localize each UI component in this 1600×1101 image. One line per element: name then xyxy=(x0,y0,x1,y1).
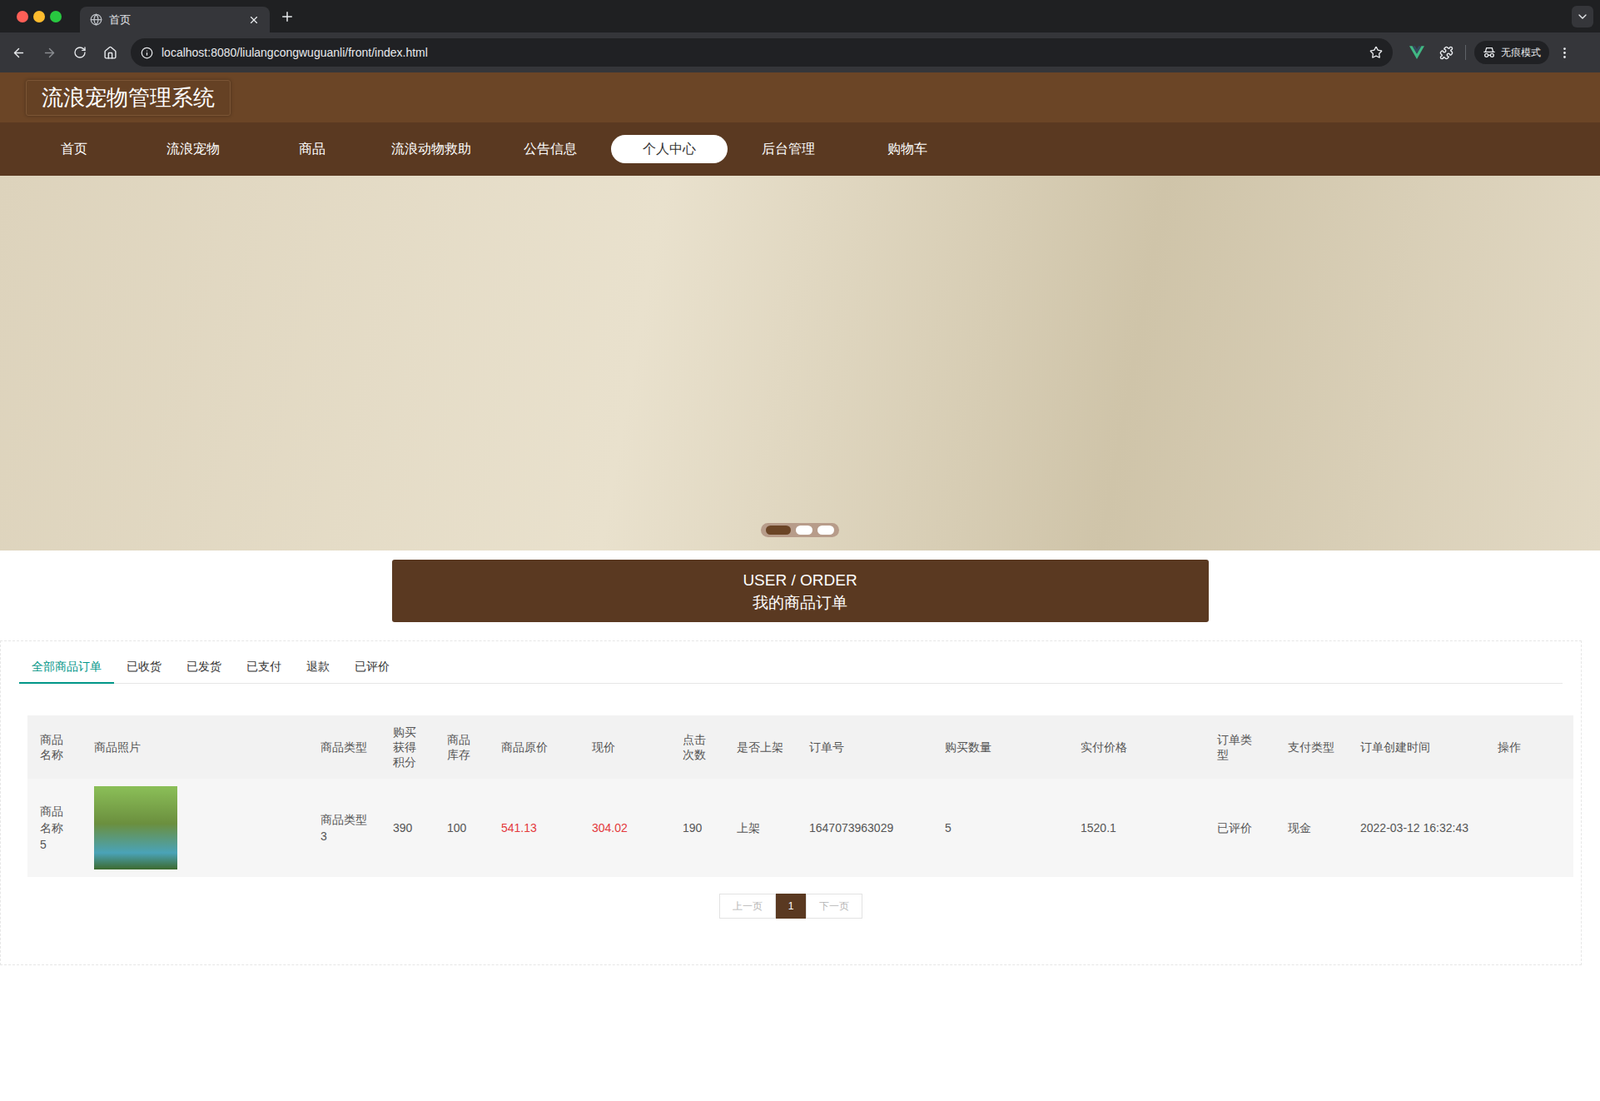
reload-icon[interactable] xyxy=(73,45,87,60)
table-cell: 5 xyxy=(932,778,1069,877)
order-tab[interactable]: 已支付 xyxy=(233,650,294,683)
table-cell: 190 xyxy=(670,778,725,877)
prev-page-button[interactable]: 上一页 xyxy=(719,893,776,919)
screen: 首页 localhost:8080/liulangcongwuguanli/fro… xyxy=(0,0,1600,1101)
table-header-cell: 实付价格 xyxy=(1068,715,1205,779)
globe-icon xyxy=(89,13,103,26)
browser-tab[interactable]: 首页 xyxy=(79,6,270,33)
window-controls xyxy=(0,10,62,23)
table-header-row: 商品名称商品照片商品类型购买获得积分商品库存商品原价现价点击次数是否上架订单号购… xyxy=(27,715,1574,779)
carousel-dot[interactable] xyxy=(817,525,835,535)
nav-item[interactable]: 购物车 xyxy=(849,134,966,164)
nav-item[interactable]: 首页 xyxy=(15,134,133,164)
table-cell: 2022-03-12 16:32:43 xyxy=(1347,778,1486,877)
nav-item[interactable]: 商品 xyxy=(253,134,371,164)
incognito-icon xyxy=(1482,46,1496,59)
table-cell: 已评价 xyxy=(1204,778,1276,877)
table-header-cell: 购买获得积分 xyxy=(380,715,435,779)
minimize-window-button[interactable] xyxy=(33,10,45,23)
table-cell: 1520.1 xyxy=(1068,778,1205,877)
table-header-cell: 支付类型 xyxy=(1275,715,1348,779)
table-row[interactable]: 商品名称5 商品类型3390100541.13304.02190上架1647073… xyxy=(27,778,1574,877)
table-cell: 1647073963029 xyxy=(796,778,933,877)
carousel-dot[interactable] xyxy=(795,525,813,535)
browser-tab-bar: 首页 xyxy=(0,0,1600,33)
browser-toolbar: localhost:8080/liulangcongwuguanli/front… xyxy=(0,32,1600,73)
tab-title: 首页 xyxy=(109,11,242,29)
carousel-dot[interactable] xyxy=(765,525,791,535)
table-cell xyxy=(81,778,309,877)
page-button[interactable]: 1 xyxy=(775,893,806,919)
nav-item[interactable]: 流浪宠物 xyxy=(134,134,252,164)
table-header-cell: 订单类型 xyxy=(1204,715,1276,779)
table-header-cell: 商品名称 xyxy=(27,715,82,779)
order-tab[interactable]: 已评价 xyxy=(342,650,403,683)
next-page-button[interactable]: 下一页 xyxy=(805,893,863,919)
chevron-down-icon xyxy=(1575,9,1590,24)
order-tab[interactable]: 已收货 xyxy=(114,650,174,683)
table-cell: 商品类型3 xyxy=(308,778,381,877)
site-title[interactable]: 流浪宠物管理系统 xyxy=(25,79,231,116)
table-header-cell: 商品库存 xyxy=(434,715,489,779)
section-title-zh: 我的商品订单 xyxy=(752,591,848,614)
table-header-cell: 购买数量 xyxy=(932,715,1069,779)
table-header-cell: 现价 xyxy=(579,715,671,779)
site-info-icon[interactable] xyxy=(140,46,154,60)
new-tab-icon[interactable] xyxy=(279,9,295,25)
order-tab[interactable]: 退款 xyxy=(293,650,343,683)
table-header-cell: 商品照片 xyxy=(81,715,309,779)
nav-item[interactable]: 流浪动物救助 xyxy=(372,134,490,164)
order-table: 商品名称商品照片商品类型购买获得积分商品库存商品原价现价点击次数是否上架订单号购… xyxy=(27,715,1574,877)
carousel-dots xyxy=(760,522,840,537)
table-header-cell: 商品原价 xyxy=(488,715,580,779)
table-cell xyxy=(1485,778,1574,877)
table-header-cell: 点击次数 xyxy=(670,715,725,779)
nav-item[interactable]: 个人中心 xyxy=(611,134,728,164)
table-header-cell: 商品类型 xyxy=(308,715,381,779)
maximize-window-button[interactable] xyxy=(49,10,62,23)
nav-item[interactable]: 公告信息 xyxy=(491,134,609,164)
close-window-button[interactable] xyxy=(16,10,29,23)
home-icon[interactable] xyxy=(103,45,118,60)
page: 流浪宠物管理系统首页流浪宠物商品流浪动物救助公告信息个人中心后台管理购物车 USE… xyxy=(0,72,1600,1101)
table-header-cell: 订单创建时间 xyxy=(1347,715,1486,779)
profile-label: 无痕模式 xyxy=(1500,44,1541,60)
table-cell: 390 xyxy=(380,778,435,877)
close-tab-icon[interactable] xyxy=(248,14,260,26)
back-icon[interactable] xyxy=(11,45,26,60)
vue-devtools-icon[interactable] xyxy=(1409,45,1425,60)
extensions-icon[interactable] xyxy=(1439,45,1454,60)
section-title: USER / ORDER我的商品订单 xyxy=(392,559,1209,622)
order-tabs: 全部商品订单已收货已发货已支付退款已评价 xyxy=(19,650,1563,684)
banner-carousel xyxy=(0,175,1600,551)
site-header: 流浪宠物管理系统 xyxy=(0,72,1600,123)
bookmark-star-icon[interactable] xyxy=(1369,45,1383,60)
table-cell: 现金 xyxy=(1275,778,1348,877)
url-text[interactable]: localhost:8080/liulangcongwuguanli/front… xyxy=(161,44,1362,62)
pagination: 上一页1下一页 xyxy=(719,893,863,919)
table-cell: 100 xyxy=(434,778,489,877)
incognito-badge[interactable]: 无痕模式 xyxy=(1474,40,1550,65)
menu-icon[interactable] xyxy=(1557,45,1572,60)
order-tab[interactable]: 全部商品订单 xyxy=(19,650,115,684)
product-photo xyxy=(94,785,178,870)
nav-bar: 首页流浪宠物商品流浪动物救助公告信息个人中心后台管理购物车 xyxy=(0,122,1600,176)
table-header-cell: 是否上架 xyxy=(724,715,797,779)
order-tab[interactable]: 已发货 xyxy=(173,650,234,683)
table-cell: 541.13 xyxy=(488,778,580,877)
order-panel: 全部商品订单已收货已发货已支付退款已评价商品名称商品照片商品类型购买获得积分商品… xyxy=(0,640,1582,965)
table-header-cell: 订单号 xyxy=(796,715,933,779)
table-header-cell: 操作 xyxy=(1485,715,1574,779)
forward-icon[interactable] xyxy=(42,45,57,60)
nav-item[interactable]: 后台管理 xyxy=(730,134,847,164)
table-cell: 商品名称5 xyxy=(27,778,82,877)
table-cell: 304.02 xyxy=(579,778,671,877)
address-bar[interactable]: localhost:8080/liulangcongwuguanli/front… xyxy=(130,38,1393,67)
table-cell: 上架 xyxy=(724,778,797,877)
tab-search-button[interactable] xyxy=(1571,5,1594,28)
section-title-en: USER / ORDER xyxy=(742,568,857,592)
